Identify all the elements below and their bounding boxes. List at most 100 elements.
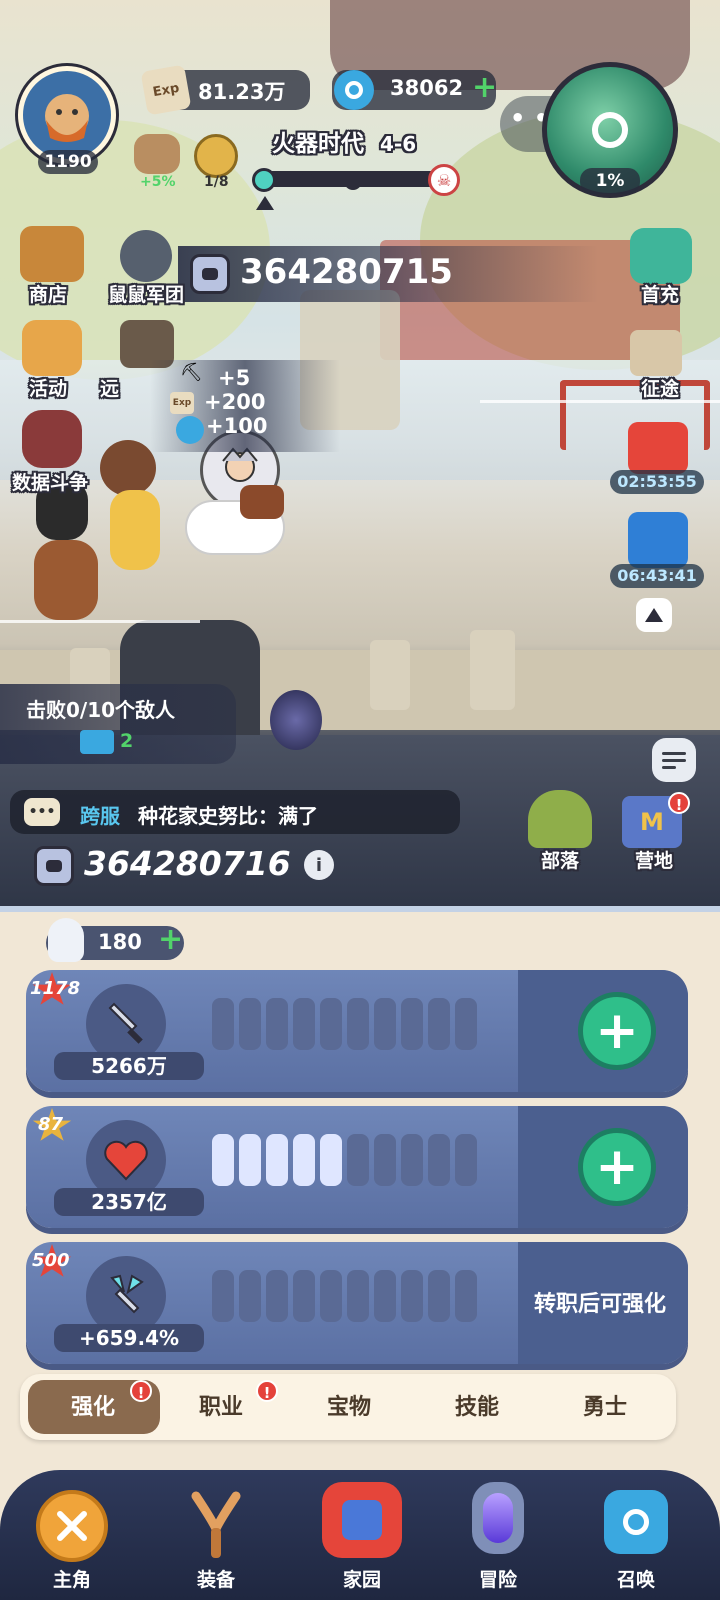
tab-treasure[interactable]: 宝物 (284, 1384, 414, 1432)
castle-icon (322, 1482, 402, 1558)
tribe-label[interactable]: 部落 (510, 846, 610, 873)
gift-box-icon[interactable] (628, 512, 688, 568)
reward-a: +5 (218, 366, 251, 390)
wall-post (470, 630, 515, 710)
menu-list-icon[interactable] (652, 738, 696, 782)
mouse-legion-label[interactable]: 鼠鼠军团 (96, 280, 196, 307)
progress-segment (320, 998, 342, 1050)
stage-number: 4-6 (380, 132, 417, 156)
tab-skill[interactable]: 技能 (412, 1384, 542, 1432)
nav-home[interactable]: 家园 (312, 1482, 412, 1600)
progress-segment (401, 998, 423, 1050)
progress-segment (212, 1134, 234, 1186)
add-gems-button[interactable]: + (472, 70, 497, 105)
data-battle-icon[interactable] (22, 410, 82, 468)
light-bulb-icon (48, 918, 84, 962)
expedition-icon[interactable] (630, 330, 682, 376)
ally-character (34, 540, 98, 620)
progress-segment (266, 1270, 288, 1322)
progress-segment (401, 1134, 423, 1186)
add-bulb-button[interactable]: + (158, 922, 183, 957)
quest-text: 击败0/10个敌人 (26, 698, 176, 722)
gift-box-icon[interactable] (628, 422, 688, 474)
stage-node (344, 172, 362, 190)
progress-segment (293, 998, 315, 1050)
collapse-up-icon[interactable] (636, 598, 672, 632)
chat-message: 种花家史努比：满了 (138, 804, 318, 828)
stage-node (300, 173, 314, 187)
fist-icon (34, 846, 74, 886)
expedition-label[interactable]: 征途 (610, 374, 710, 401)
health-value: 2357亿 (54, 1188, 204, 1216)
first-recharge-icon[interactable] (630, 228, 692, 284)
upgrade-health-button[interactable]: + (578, 1128, 656, 1206)
nav-adventure[interactable]: 冒险 (448, 1482, 548, 1600)
tab-strengthen-badge: ! (130, 1380, 152, 1402)
ally-character (100, 440, 156, 496)
pet-buff-icon[interactable] (134, 134, 180, 174)
progress-segment (428, 998, 450, 1050)
crit-locked-text: 转职后可强化 (533, 1292, 666, 1317)
power-info-button[interactable]: i (304, 850, 334, 880)
progress-segment (374, 1134, 396, 1186)
data-battle-label[interactable]: 数据斗争 (0, 468, 100, 495)
stage-node (390, 173, 404, 187)
nav-summon-label: 召唤 (616, 1569, 655, 1591)
nav-summon[interactable]: 召唤 (586, 1490, 686, 1600)
activity-label[interactable]: 活动 (0, 374, 98, 401)
gem-counter[interactable]: 38062 + (332, 70, 497, 110)
gift1-timer: 02:53:55 (610, 470, 704, 494)
token-progress: 1/8 (204, 174, 229, 190)
portal-icon (472, 1482, 524, 1554)
stage-marker-icon (256, 196, 274, 210)
location-target-icon (592, 112, 628, 148)
gem-icon (176, 416, 204, 444)
crit-value: +659.4% (54, 1324, 204, 1352)
pickaxe-icon: ⛏ (180, 362, 203, 383)
token-icon[interactable] (194, 134, 238, 178)
camp-label[interactable]: 营地 (604, 846, 704, 873)
chat-channel: 跨服 (80, 804, 120, 828)
progress-segment (239, 1270, 261, 1322)
nav-hero-label: 主角 (52, 1569, 91, 1591)
reward-b: +200 (204, 390, 266, 414)
expedition-left-label[interactable]: 远 (100, 374, 119, 401)
upgrade-attack-button[interactable]: + (578, 992, 656, 1070)
tribe-icon[interactable] (528, 790, 592, 848)
speed-line (0, 620, 200, 623)
stage-node-current (252, 168, 276, 192)
nav-equipment-label: 装备 (196, 1569, 235, 1591)
attack-level: 1178 (30, 978, 81, 999)
camp-badge: ! (668, 792, 690, 814)
bulb-value: 180 (98, 930, 142, 954)
boss-mask-icon: ☠ (428, 164, 460, 196)
first-recharge-label[interactable]: 首充 (610, 280, 710, 307)
nav-home-label: 家园 (342, 1569, 381, 1591)
fist-icon (190, 254, 230, 294)
activity-icon[interactable] (22, 320, 82, 376)
progress-segment (212, 1270, 234, 1322)
progress-segment (293, 1134, 315, 1186)
mouse-legion-icon[interactable] (120, 230, 172, 282)
shop-label[interactable]: 商店 (0, 280, 98, 307)
health-level: 87 (38, 1114, 64, 1135)
tab-warrior[interactable]: 勇士 (540, 1384, 670, 1432)
exp-counter[interactable]: Exp 81.23万 (140, 64, 310, 116)
total-power: 364280716 (84, 844, 291, 883)
progress-segment (212, 998, 234, 1050)
nav-equipment[interactable]: 装备 (166, 1490, 266, 1600)
progress-segment (320, 1134, 342, 1186)
nav-adventure-label: 冒险 (478, 1569, 517, 1591)
progress-segment (428, 1270, 450, 1322)
nav-hero[interactable]: 主角 (22, 1490, 122, 1600)
shop-icon[interactable] (20, 226, 84, 282)
chat-bubble-icon: ••• (24, 798, 60, 826)
progress-segment (455, 1270, 477, 1322)
progress-segment (347, 998, 369, 1050)
progress-segment (374, 1270, 396, 1322)
crit-stat-card: +659.4% 500 转职后可强化 (26, 1242, 688, 1364)
summon-icon (604, 1490, 668, 1554)
progress-segment (239, 1134, 261, 1186)
portal-orb (270, 690, 322, 750)
exp-scroll-icon: Exp (140, 64, 192, 116)
